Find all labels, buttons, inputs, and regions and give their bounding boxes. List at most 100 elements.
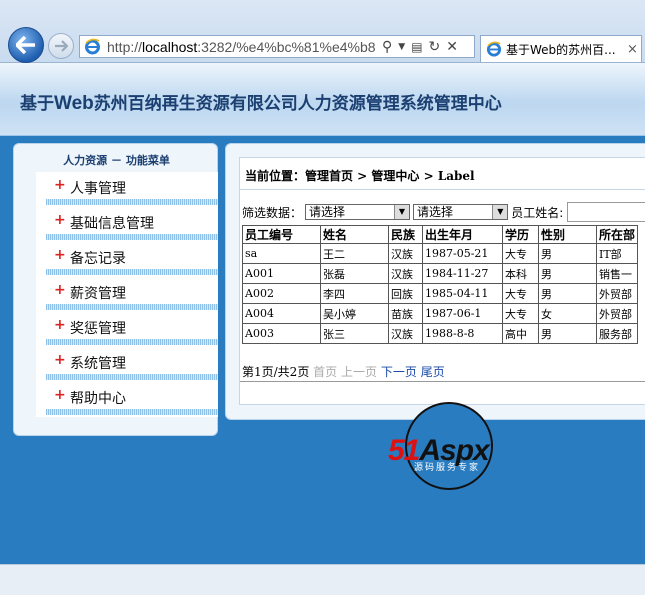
table-cell: 王二 [320,243,389,264]
table-row[interactable]: A004 吴小婷 苗族 1987-06-1 大专 女 外贸部 [242,303,639,324]
column-header: 姓名 [320,225,389,244]
column-header: 性别 [538,225,597,244]
browser-chrome: http://localhost:3282/%e4%bc%81%e4%b8%89… [0,0,645,63]
table-cell: 1984-11-27 [422,263,503,284]
table-cell: 男 [538,263,597,284]
sidebar-item-basic-info[interactable]: + 基础信息管理 [36,207,218,242]
divider [46,409,218,415]
employee-table: 员工编号 姓名 民族 出生年月 学历 性别 所在部 sa 王二 汉族 1987-… [242,225,639,344]
plus-icon: + [54,212,66,228]
column-header: 出生年月 [422,225,503,244]
arrow-left-icon [16,36,35,54]
filter-select-2[interactable]: 请选择 ▼ [413,204,509,220]
name-label: 员工姓名: [511,205,564,220]
table-cell: 大专 [502,303,539,324]
compatibility-icon[interactable]: ▤ [411,40,422,54]
status-bar [0,564,645,595]
pager-next-link[interactable]: 下一页 [381,365,417,379]
ie-icon [85,38,100,55]
table-cell: A003 [242,323,321,344]
table-cell: 男 [538,243,597,264]
filter-row: 筛选数据： 请选择 ▼ 请选择 ▼ 员工姓名: [242,202,645,222]
table-cell: A001 [242,263,321,284]
sidebar-item-label: 基础信息管理 [70,216,154,232]
table-cell: 1988-8-8 [422,323,503,344]
table-cell: 男 [538,283,597,304]
table-cell: 外贸部 [595,303,639,324]
dropdown-icon[interactable]: ▼ [398,42,405,52]
table-cell: 外贸部 [595,283,639,304]
table-row[interactable]: A001 张磊 汉族 1984-11-27 本科 男 销售一 [242,263,639,284]
ie-icon [486,41,502,57]
table-cell: 1985-04-11 [422,283,503,304]
sidebar-item-rewards[interactable]: + 奖惩管理 [36,312,218,347]
pager-last-link[interactable]: 尾页 [421,365,445,379]
table-cell: 大专 [502,243,539,264]
column-header: 民族 [388,225,423,244]
pager-first-link[interactable]: 首页 [313,365,337,379]
sidebar-item-personnel[interactable]: + 人事管理 [36,172,218,207]
stop-icon[interactable]: ✕ [446,39,458,55]
sidebar-item-label: 系统管理 [70,356,126,372]
sidebar-item-help[interactable]: + 帮助中心 [36,382,218,417]
table-cell: 服务部 [595,323,639,344]
address-bar[interactable]: http://localhost:3282/%e4%bc%81%e4%b8%89… [79,35,475,58]
search-icon[interactable]: ⚲ [382,39,392,55]
table-cell: 汉族 [388,323,423,344]
table-cell: 李四 [320,283,389,304]
plus-icon: + [54,282,66,298]
table-row[interactable]: A003 张三 汉族 1988-8-8 高中 男 服务部 [242,323,639,344]
divider [240,189,645,190]
sidebar-item-label: 备忘记录 [70,251,126,267]
table-cell: 高中 [502,323,539,344]
back-button[interactable] [8,27,44,63]
table-cell: 销售一 [595,263,639,284]
name-input[interactable] [567,202,645,222]
sidebar: 人力资源 － 功能菜单 + 人事管理 + 基础信息管理 + 备忘记录 + 薪资管… [13,143,218,436]
divider [46,339,218,345]
filter-label: 筛选数据： [242,205,303,220]
table-row[interactable]: sa 王二 汉族 1987-05-21 大专 男 IT部 [242,243,639,264]
tab-close-icon[interactable]: × [627,42,638,57]
table-cell: 1987-06-1 [422,303,503,324]
table-cell: 1987-05-21 [422,243,503,264]
site-title: 基于Web苏州百纳再生资源有限公司人力资源管理系统管理中心 [20,93,502,114]
table-cell: 大专 [502,283,539,304]
divider [46,374,218,380]
filter-select-1[interactable]: 请选择 ▼ [305,204,410,220]
sidebar-item-label: 帮助中心 [70,391,126,407]
plus-icon: + [54,177,66,193]
breadcrumb: 当前位置：管理首页 > 管理中心 > Label [245,169,475,183]
table-cell: 汉族 [388,263,423,284]
plus-icon: + [54,387,66,403]
main-panel: 当前位置：管理首页 > 管理中心 > Label 筛选数据： 请选择 ▼ 请选择… [225,143,645,420]
divider [46,269,218,275]
forward-button[interactable] [48,33,74,59]
logo-tagline: 源码服务专家 [414,463,481,473]
table-cell: 苗族 [388,303,423,324]
table-cell: 汉族 [388,243,423,264]
table-cell: 回族 [388,283,423,304]
watermark-logo: 51Aspx 源码服务专家 [388,400,514,496]
table-cell: IT部 [595,243,639,264]
sidebar-item-system[interactable]: + 系统管理 [36,347,218,382]
divider [46,199,218,205]
table-row[interactable]: A002 李四 回族 1985-04-11 大专 男 外贸部 [242,283,639,304]
browser-tab[interactable]: 基于Web的苏州百... × [480,35,642,62]
table-cell: 张三 [320,323,389,344]
sidebar-item-salary[interactable]: + 薪资管理 [36,277,218,312]
column-header: 员工编号 [242,225,321,244]
page-header: 基于Web苏州百纳再生资源有限公司人力资源管理系统管理中心 [0,63,645,136]
column-header: 学历 [502,225,539,244]
refresh-icon[interactable]: ↻ [429,39,441,55]
table-cell: 张磊 [320,263,389,284]
plus-icon: + [54,317,66,333]
plus-icon: + [54,352,66,368]
sidebar-item-memo[interactable]: + 备忘记录 [36,242,218,277]
sidebar-item-label: 奖惩管理 [70,321,126,337]
table-header: 员工编号 姓名 民族 出生年月 学历 性别 所在部 [242,225,639,244]
column-header: 所在部 [595,225,639,244]
address-url: http://localhost:3282/%e4%bc%81%e4%b8%89 [107,38,375,55]
table-cell: sa [242,243,321,264]
pager-prev-link[interactable]: 上一页 [341,365,377,379]
